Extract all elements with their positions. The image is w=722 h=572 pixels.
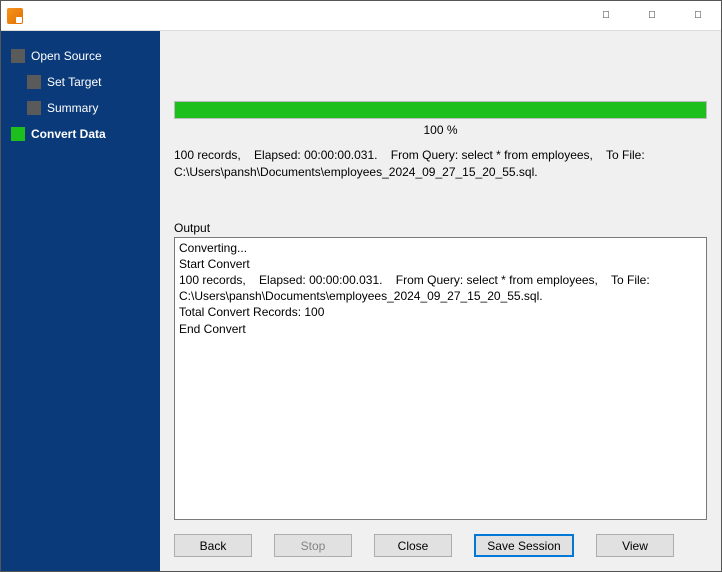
progress-section: 100 % [174,101,707,147]
stop-button[interactable]: Stop [274,534,352,557]
step-summary[interactable]: Summary [1,95,160,121]
step-indicator-icon [27,75,41,89]
close-button-action[interactable]: Close [374,534,452,557]
window-controls:    [583,1,721,31]
step-label: Set Target [47,75,101,89]
step-label: Open Source [31,49,102,63]
step-convert-data[interactable]: Convert Data [1,121,160,147]
minimize-button[interactable]:  [583,1,629,31]
button-bar: Back Stop Close Save Session View [160,524,721,571]
step-indicator-icon [11,49,25,63]
status-text: 100 records, Elapsed: 00:00:00.031. From… [174,147,707,221]
progress-percent: 100 % [174,119,707,147]
output-label: Output [174,221,707,237]
step-label: Convert Data [31,127,106,141]
output-log[interactable]: Converting... Start Convert 100 records,… [174,237,707,520]
step-open-source[interactable]: Open Source [1,43,160,69]
content-pane: 100 % 100 records, Elapsed: 00:00:00.031… [160,31,721,571]
wizard-sidebar: Open Source Set Target Summary Convert D… [1,31,160,571]
titlebar:    [1,1,721,31]
view-button[interactable]: View [596,534,674,557]
app-icon [7,8,23,24]
step-label: Summary [47,101,98,115]
step-indicator-icon [11,127,25,141]
progress-fill [175,102,706,118]
save-session-button[interactable]: Save Session [474,534,574,557]
close-button[interactable]:  [675,1,721,31]
back-button[interactable]: Back [174,534,252,557]
maximize-button[interactable]:  [629,1,675,31]
progress-bar [174,101,707,119]
step-indicator-icon [27,101,41,115]
step-set-target[interactable]: Set Target [1,69,160,95]
